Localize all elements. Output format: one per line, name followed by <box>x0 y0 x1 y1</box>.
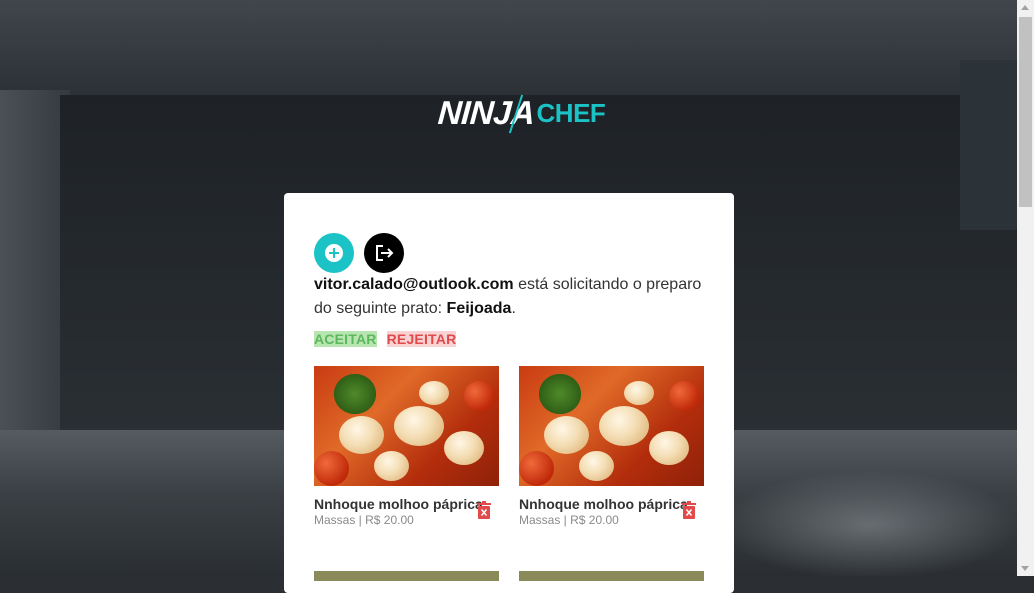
scroll-down-arrow-icon[interactable] <box>1021 566 1029 571</box>
photo-gnocchi <box>649 431 689 465</box>
photo-gnocchi <box>579 451 614 481</box>
request-actions: ACEITAR REJEITAR <box>314 331 457 347</box>
request-card: vitor.calado@outlook.com está solicitand… <box>284 193 734 593</box>
logo-chef-text: CHEF <box>536 98 606 128</box>
photo-gnocchi <box>394 406 444 446</box>
photo-basil <box>539 374 581 414</box>
request-message-end: . <box>511 300 516 317</box>
dish-meta: Massas | R$ 20.00 <box>519 513 619 527</box>
ninjachef-logo: NINJA CHEF <box>437 90 606 134</box>
background-glow <box>720 470 1017 576</box>
next-dish-photo-peek <box>314 571 499 581</box>
dish-card: Nnhoque molhoo páprica Massas | R$ 20.00 <box>519 366 704 528</box>
add-dish-button[interactable] <box>314 233 354 273</box>
plus-circle-icon <box>325 244 343 262</box>
dish-name: Nnhoque molhoo páprica <box>519 496 688 512</box>
photo-gnocchi <box>624 381 654 405</box>
logout-icon <box>376 245 394 261</box>
photo-tomato <box>314 451 349 486</box>
background-hood <box>0 0 1017 95</box>
photo-gnocchi <box>599 406 649 446</box>
requester-email: vitor.calado@outlook.com <box>314 276 514 293</box>
background-panel-right <box>960 60 1017 230</box>
photo-tomato <box>464 381 494 411</box>
dish-name: Nnhoque molhoo páprica <box>314 496 483 512</box>
requested-dish: Feijoada <box>446 300 512 317</box>
dish-card: Nnhoque molhoo páprica Massas | R$ 20.00 <box>314 366 499 528</box>
scrollbar-thumb[interactable] <box>1019 17 1032 207</box>
photo-gnocchi <box>544 416 589 454</box>
delete-dish-button[interactable] <box>477 501 491 519</box>
dish-photo <box>314 366 499 486</box>
photo-gnocchi <box>374 451 409 481</box>
accept-button[interactable]: ACEITAR <box>314 331 377 347</box>
dish-meta: Massas | R$ 20.00 <box>314 513 414 527</box>
photo-basil <box>334 374 376 414</box>
photo-tomato <box>519 451 554 486</box>
request-message: vitor.calado@outlook.com está solicitand… <box>314 273 714 321</box>
photo-gnocchi <box>444 431 484 465</box>
page-scrollbar[interactable] <box>1017 0 1034 576</box>
scroll-up-arrow-icon[interactable] <box>1021 5 1029 10</box>
photo-tomato <box>669 381 699 411</box>
reject-button[interactable]: REJEITAR <box>386 331 457 347</box>
logout-button[interactable] <box>364 233 404 273</box>
dish-photo <box>519 366 704 486</box>
photo-gnocchi <box>339 416 384 454</box>
delete-dish-button[interactable] <box>682 501 696 519</box>
next-dish-photo-peek <box>519 571 704 581</box>
photo-gnocchi <box>419 381 449 405</box>
